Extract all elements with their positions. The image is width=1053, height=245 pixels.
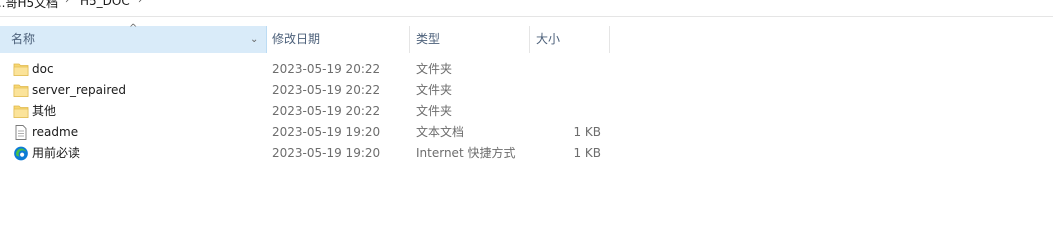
chevron-right-icon[interactable]: › <box>65 0 69 6</box>
chevron-down-icon[interactable]: ⌄ <box>250 26 258 53</box>
file-date: 2023-05-19 20:22 <box>272 104 381 118</box>
file-name: 其他 <box>32 104 57 118</box>
breadcrumb-item-parent[interactable]: ...哥H5文档 <box>0 0 58 11</box>
file-type: 文本文档 <box>416 125 465 139</box>
file-date: 2023-05-19 19:20 <box>272 125 381 139</box>
column-header-type-label: 类型 <box>416 32 441 46</box>
column-header-size-label: 大小 <box>536 32 561 46</box>
list-item[interactable]: server_repaired 2023-05-19 20:22 文件夹 <box>0 80 612 101</box>
file-list: doc 2023-05-19 20:22 文件夹 server_repaired… <box>0 59 612 164</box>
column-header-date-label: 修改日期 <box>272 32 321 46</box>
file-size: 1 KB <box>573 125 601 139</box>
breadcrumb: ...哥H5文档 › H5_DOC › <box>0 0 1053 17</box>
file-date: 2023-05-19 20:22 <box>272 83 381 97</box>
folder-icon <box>13 63 29 76</box>
file-type: 文件夹 <box>416 62 453 76</box>
folder-icon <box>13 105 29 118</box>
column-header-row: ^ 名称 ⌄ 修改日期 类型 大小 <box>0 23 612 53</box>
column-header-size[interactable]: 大小 <box>529 26 611 53</box>
chevron-right-icon[interactable]: › <box>138 0 142 6</box>
column-header-type[interactable]: 类型 <box>409 26 529 53</box>
breadcrumb-item-current[interactable]: H5_DOC <box>80 0 130 8</box>
file-size: 1 KB <box>573 146 601 160</box>
file-name: readme <box>32 125 79 139</box>
list-item[interactable]: doc 2023-05-19 20:22 文件夹 <box>0 59 612 80</box>
list-item[interactable]: 其他 2023-05-19 20:22 文件夹 <box>0 101 612 122</box>
text-file-icon <box>15 125 27 140</box>
column-divider[interactable] <box>609 26 610 53</box>
file-name: server_repaired <box>32 83 127 97</box>
column-header-date[interactable]: 修改日期 <box>266 26 409 53</box>
file-type: Internet 快捷方式 <box>416 146 516 160</box>
file-date: 2023-05-19 20:22 <box>272 62 381 76</box>
file-date: 2023-05-19 19:20 <box>272 146 381 160</box>
file-type: 文件夹 <box>416 83 453 97</box>
file-type: 文件夹 <box>416 104 453 118</box>
file-explorer: ...哥H5文档 › H5_DOC › ^ 名称 ⌄ 修改日期 类型 大小 do… <box>0 0 1053 245</box>
sort-ascending-icon: ^ <box>129 23 138 34</box>
file-name: 用前必读 <box>32 146 81 160</box>
folder-icon <box>13 84 29 97</box>
edge-icon <box>14 146 28 161</box>
column-header-name-label: 名称 <box>11 32 36 46</box>
list-item[interactable]: readme 2023-05-19 19:20 文本文档 1 KB <box>0 122 612 143</box>
column-header-name[interactable]: ^ 名称 ⌄ <box>0 23 267 53</box>
list-item[interactable]: 用前必读 2023-05-19 19:20 Internet 快捷方式 1 KB <box>0 143 612 164</box>
file-name: doc <box>32 62 54 76</box>
